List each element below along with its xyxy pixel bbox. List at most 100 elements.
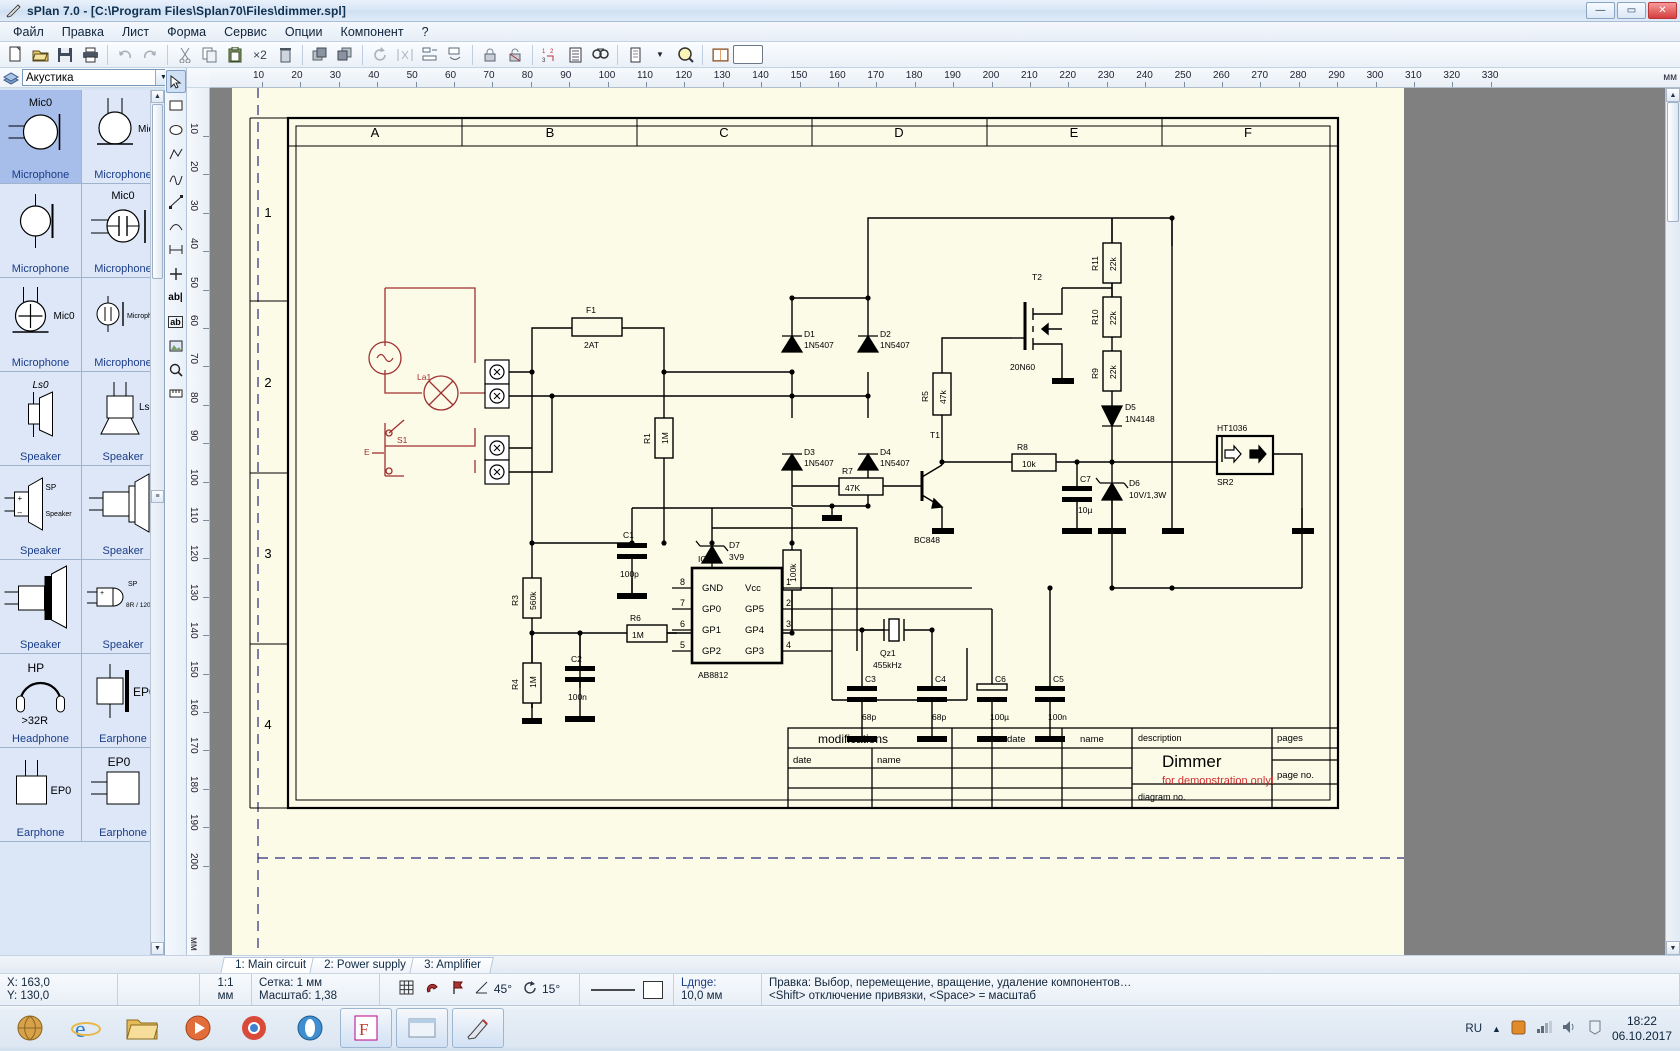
library-selector[interactable]: Акустика ▼: [22, 69, 172, 86]
page-view-dropdown-icon[interactable]: ▼: [648, 43, 672, 67]
lock-icon[interactable]: [478, 43, 502, 67]
menu-edit[interactable]: Правка: [53, 23, 113, 41]
duplicate-icon[interactable]: ×2: [248, 43, 272, 67]
scroll-up-icon[interactable]: ▲: [1666, 88, 1680, 102]
redo-icon[interactable]: [138, 43, 162, 67]
tool-ellipse[interactable]: [166, 118, 186, 141]
menu-sheet[interactable]: Лист: [113, 23, 158, 41]
taskbar-internet-explorer[interactable]: e: [60, 1008, 112, 1048]
taskbar-opera[interactable]: [284, 1008, 336, 1048]
close-button[interactable]: ✕: [1648, 2, 1677, 19]
angle-snap-icon[interactable]: [475, 981, 489, 998]
library-item-speaker-3[interactable]: + – SP Speaker Speaker: [0, 466, 82, 560]
menu-help[interactable]: ?: [413, 23, 438, 41]
print-icon[interactable]: [78, 43, 102, 67]
library-scroll-thumb[interactable]: [152, 104, 163, 279]
menu-service[interactable]: Сервис: [215, 23, 276, 41]
undo-icon[interactable]: [113, 43, 137, 67]
library-item-headphone[interactable]: HP >32R Headphone: [0, 654, 82, 748]
copy-icon[interactable]: [198, 43, 222, 67]
line-style-preview[interactable]: [580, 974, 674, 1005]
library-item-microphone-5[interactable]: Mic0 Microphone: [0, 278, 82, 372]
menu-file[interactable]: Файл: [4, 23, 53, 41]
open-icon[interactable]: [28, 43, 52, 67]
tool-polygon[interactable]: [166, 142, 186, 165]
menu-form[interactable]: Форма: [158, 23, 215, 41]
rotate-icon[interactable]: [368, 43, 392, 67]
bring-front-icon[interactable]: [308, 43, 332, 67]
zoom-icon[interactable]: [673, 43, 697, 67]
tray-app-icon[interactable]: [1511, 1020, 1526, 1038]
tray-action-center-icon[interactable]: [1588, 1020, 1602, 1038]
send-back-icon[interactable]: [333, 43, 357, 67]
tab-main-circuit[interactable]: 1: Main circuit: [220, 957, 319, 974]
library-item-speaker-5[interactable]: Speaker: [0, 560, 82, 654]
tray-volume-icon[interactable]: [1562, 1020, 1578, 1037]
library-item-microphone-3[interactable]: Microphone: [0, 184, 82, 278]
flip-icon[interactable]: [443, 43, 467, 67]
tool-image[interactable]: [166, 334, 186, 357]
pin-snap-icon[interactable]: [451, 980, 464, 999]
symbol-library-panel[interactable]: Mic0 Microphone Mic0 Microphone Micropho…: [0, 90, 165, 955]
taskbar-chrome[interactable]: [228, 1008, 280, 1048]
taskbar-media-player[interactable]: [172, 1008, 224, 1048]
tool-scale[interactable]: [166, 382, 186, 405]
scroll-handle-icon[interactable]: ≡: [151, 490, 164, 503]
library-item-microphone-1[interactable]: Mic0 Microphone: [0, 90, 82, 184]
taskbar-paint[interactable]: [452, 1008, 504, 1048]
schematic-sheet[interactable]: A B C D E F 1 2 3 4 La1 S1 E F1 2AT R1 1…: [232, 88, 1404, 955]
snap-magnet-icon[interactable]: [425, 980, 440, 999]
paste-icon[interactable]: [223, 43, 247, 67]
color-swatch[interactable]: [733, 45, 763, 64]
preview-icon[interactable]: [708, 43, 732, 67]
unlock-icon[interactable]: [503, 43, 527, 67]
maximize-button[interactable]: ▭: [1617, 2, 1646, 19]
numbering-icon[interactable]: 123: [538, 43, 562, 67]
canvas-vertical-scrollbar[interactable]: ▲ ▼: [1665, 88, 1680, 955]
new-icon[interactable]: [3, 43, 27, 67]
canvas-scroll-thumb[interactable]: [1667, 102, 1679, 222]
tray-show-hidden-icon[interactable]: ▲: [1492, 1024, 1501, 1034]
cut-icon[interactable]: [173, 43, 197, 67]
mirror-horizontal-icon[interactable]: [393, 43, 417, 67]
minimize-button[interactable]: —: [1586, 2, 1615, 19]
tool-rectangle[interactable]: [166, 94, 186, 117]
tool-text[interactable]: ab|: [166, 286, 186, 309]
scroll-up-icon[interactable]: ▲: [151, 90, 164, 103]
tool-text-box[interactable]: ab: [166, 310, 186, 333]
grid-toggle-icon[interactable]: [399, 980, 414, 999]
align-icon[interactable]: [418, 43, 442, 67]
tool-dimension[interactable]: [166, 238, 186, 261]
drawing-canvas[interactable]: A B C D E F 1 2 3 4 La1 S1 E F1 2AT R1 1…: [210, 88, 1665, 955]
menu-options[interactable]: Опции: [276, 23, 332, 41]
page-view-icon[interactable]: [623, 43, 647, 67]
scale-ratio[interactable]: 1:1 мм: [200, 974, 252, 1005]
scroll-down-icon[interactable]: ▼: [151, 942, 164, 955]
taskbar-explorer[interactable]: [116, 1008, 168, 1048]
rotate-snap-icon[interactable]: [523, 980, 537, 999]
library-item-speaker-1[interactable]: Ls0 Speaker: [0, 372, 82, 466]
tool-bezier[interactable]: [166, 166, 186, 189]
tool-arc[interactable]: [166, 214, 186, 237]
tool-connection-point[interactable]: [166, 262, 186, 285]
tray-network-icon[interactable]: [1536, 1020, 1552, 1037]
taskbar-clock[interactable]: 18:22 06.10.2017: [1612, 1014, 1672, 1044]
taskbar-start-globe[interactable]: [4, 1008, 56, 1048]
tool-line[interactable]: [166, 190, 186, 213]
fill-style-swatch[interactable]: [642, 980, 663, 999]
tool-zoom[interactable]: [166, 358, 186, 381]
library-item-earphone-2[interactable]: EP0 Earphone: [0, 748, 82, 842]
language-indicator[interactable]: RU: [1465, 1023, 1482, 1035]
taskbar-splan[interactable]: F: [340, 1008, 392, 1048]
tool-select[interactable]: [165, 70, 186, 93]
taskbar-window[interactable]: [396, 1008, 448, 1048]
library-scrollbar[interactable]: ▲ ≡ ▼: [150, 90, 164, 955]
tab-power-supply[interactable]: 2: Power supply: [309, 957, 419, 974]
save-icon[interactable]: [53, 43, 77, 67]
search-icon[interactable]: [588, 43, 612, 67]
menu-component[interactable]: Компонент: [332, 23, 413, 41]
tab-amplifier[interactable]: 3: Amplifier: [408, 957, 494, 974]
scroll-down-icon[interactable]: ▼: [1666, 941, 1680, 955]
bom-list-icon[interactable]: [563, 43, 587, 67]
delete-icon[interactable]: [273, 43, 297, 67]
